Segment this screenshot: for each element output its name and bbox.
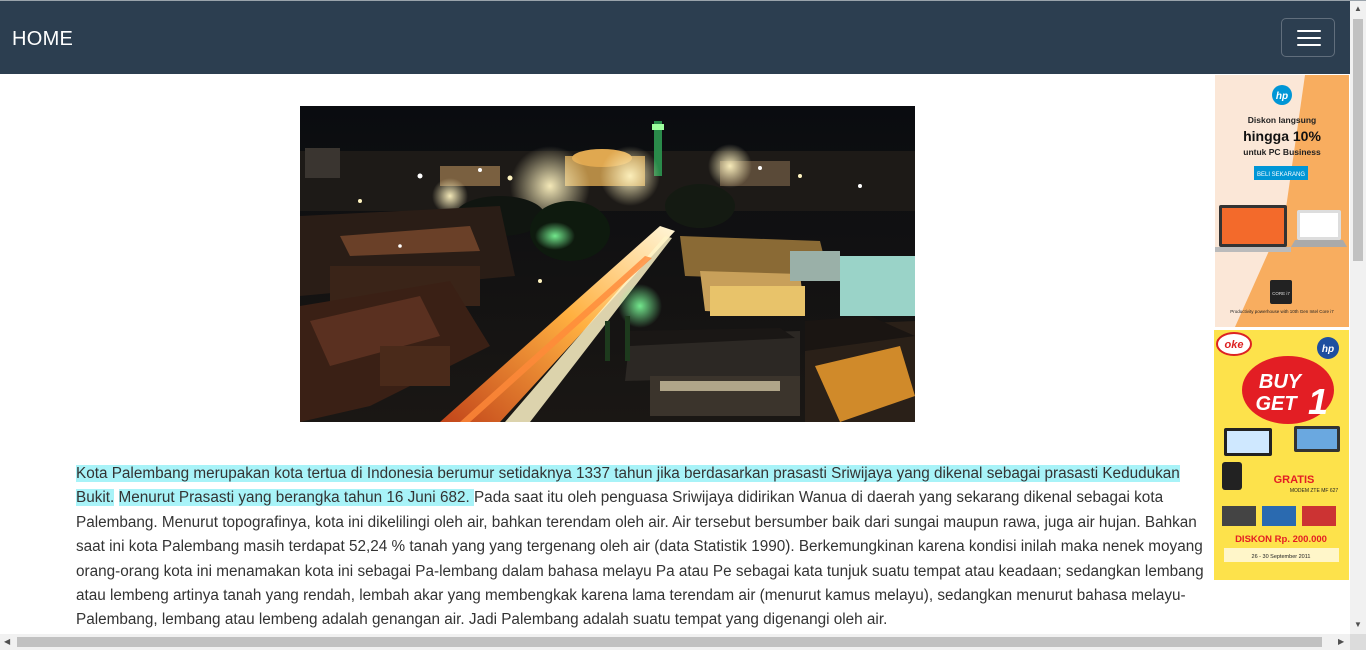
ad2-logo: hp <box>1322 344 1334 355</box>
ad1-line2: hingga 10% <box>1243 128 1321 144</box>
window-bottom-area <box>0 650 1366 668</box>
scroll-right-arrow-icon[interactable]: ▶ <box>1338 638 1344 646</box>
ad2-number: 1 <box>1308 381 1328 422</box>
ad1-button-label: BELI SEKARANG <box>1257 172 1305 178</box>
scroll-left-arrow-icon[interactable]: ◀ <box>4 638 10 646</box>
ad2-gratis-sub: MODEM ZTE MF 627 <box>1290 488 1339 494</box>
vertical-scrollbar[interactable]: ▲ ▼ <box>1350 1 1366 634</box>
ad2-get: GET <box>1255 393 1298 415</box>
ad2-discount: DISKON Rp. 200.000 <box>1235 534 1327 545</box>
vertical-scroll-thumb[interactable] <box>1353 19 1363 261</box>
ad2-period: 26 - 30 September 2011 <box>1252 554 1311 560</box>
horizontal-scrollbar[interactable]: ◀ ▶ <box>0 634 1350 650</box>
article-paragraph: Pada saat itu oleh penguasa Sriwijaya di… <box>76 489 1204 629</box>
scrollbar-corner <box>1350 634 1366 650</box>
hero-image <box>300 106 915 422</box>
horizontal-scroll-thumb[interactable] <box>17 637 1322 647</box>
scroll-down-arrow-icon[interactable]: ▼ <box>1354 621 1362 629</box>
home-link[interactable]: HOME <box>12 28 73 51</box>
ad1-core-badge: CORE i7 <box>1272 291 1290 296</box>
ad2-oke-badge: oke <box>1225 339 1244 351</box>
highlighted-sentence-continued: Menurut Prasasti yang berangka tahun 16 … <box>118 489 474 507</box>
ad1-line1: Diskon langsung <box>1248 115 1316 125</box>
buy-get-promo-ad-banner[interactable]: oke hp BUY GET 1 GRATIS MODEM ZTE MF 627… <box>1214 330 1349 580</box>
scroll-up-arrow-icon[interactable]: ▲ <box>1354 5 1362 13</box>
ad1-line3: untuk PC Business <box>1243 147 1321 157</box>
top-navbar: HOME <box>0 1 1350 74</box>
menu-toggle-button[interactable] <box>1281 18 1335 57</box>
ad2-buy: BUY <box>1259 371 1303 393</box>
hp-business-ad-banner[interactable]: hp Diskon langsung hingga 10% untuk PC B… <box>1215 75 1349 327</box>
ad2-gratis: GRATIS <box>1274 474 1315 486</box>
article-body: Kota Palembang merupakan kota tertua di … <box>76 462 1204 633</box>
ad1-logo: hp <box>1276 91 1288 102</box>
ad1-caption: Productivity powerhouse with 10th Gen In… <box>1230 309 1334 314</box>
